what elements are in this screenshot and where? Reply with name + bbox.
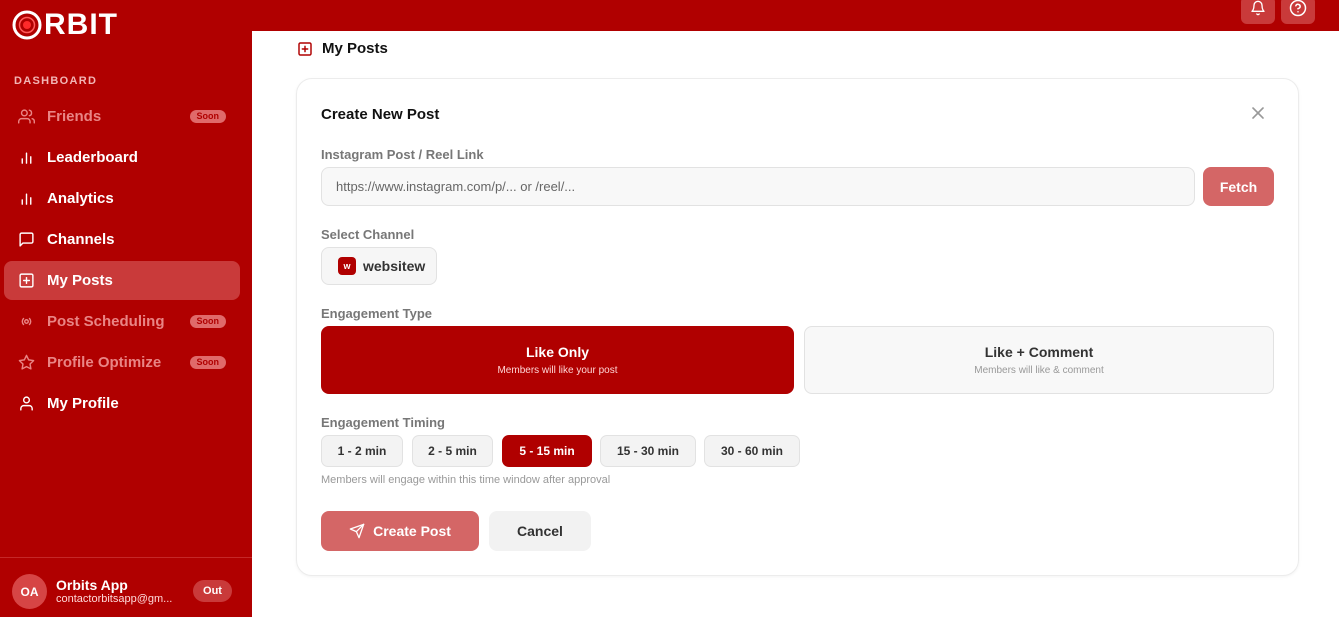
help-button[interactable]	[1281, 0, 1315, 24]
sidebar-item-post-scheduling[interactable]: Post Scheduling Soon	[4, 302, 240, 341]
soon-badge: Soon	[189, 356, 226, 369]
channel-badge: w	[338, 257, 356, 275]
engagement-option-like-comment[interactable]: Like + Comment Members will like & comme…	[804, 326, 1274, 394]
engagement-option-title: Like Only	[525, 344, 590, 360]
soon-badge: Soon	[189, 110, 226, 123]
sidebar-item-friends[interactable]: Friends Soon	[4, 97, 240, 136]
logout-button[interactable]: Out	[193, 580, 232, 602]
sidebar-item-label: Analytics	[47, 190, 114, 207]
users-icon	[18, 108, 35, 125]
app-logo[interactable]: RBIT	[12, 8, 118, 42]
card-title: Create New Post	[321, 106, 440, 123]
sidebar-item-channels[interactable]: Channels	[4, 220, 240, 259]
close-icon[interactable]	[1251, 106, 1265, 120]
timing-hint: Members will engage within this time win…	[321, 474, 611, 486]
sidebar-item-label: Leaderboard	[47, 149, 138, 166]
sidebar-item-leaderboard[interactable]: Leaderboard	[4, 138, 240, 177]
star-icon	[18, 354, 35, 371]
sidebar-item-label: My Profile	[47, 395, 119, 412]
timing-option-1-2-min[interactable]: 1 - 2 min	[321, 435, 403, 467]
bar-chart-icon	[18, 190, 35, 207]
user-name: Orbits App	[56, 577, 128, 593]
sidebar-item-label: My Posts	[47, 272, 113, 289]
engagement-option-like-only[interactable]: Like Only Members will like your post	[321, 326, 794, 394]
instagram-link-input[interactable]	[321, 167, 1195, 206]
notifications-button[interactable]	[1241, 0, 1275, 24]
sidebar: RBIT DASHBOARD Friends Soon Leaderboard …	[0, 0, 252, 617]
engagement-type-label: Engagement Type	[321, 306, 433, 321]
bar-chart-icon	[18, 149, 35, 166]
sidebar-item-my-profile[interactable]: My Profile	[4, 384, 240, 423]
engagement-timing-label: Engagement Timing	[321, 415, 445, 430]
section-label-dashboard: DASHBOARD	[14, 75, 98, 87]
create-post-label: Create Post	[373, 523, 451, 539]
avatar[interactable]: OA	[12, 574, 47, 609]
plus-square-icon	[297, 41, 313, 62]
link-field-label: Instagram Post / Reel Link	[321, 147, 484, 162]
timing-option-15-30-min[interactable]: 15 - 30 min	[600, 435, 696, 467]
timing-option-5-15-min[interactable]: 5 - 15 min	[502, 435, 592, 467]
engagement-option-subtitle: Members will like & comment	[974, 365, 1104, 376]
page-title: My Posts	[322, 40, 388, 57]
help-circle-icon	[1289, 0, 1307, 22]
channel-field-label: Select Channel	[321, 227, 415, 242]
engagement-option-subtitle: Members will like your post	[497, 365, 618, 376]
timing-option-2-5-min[interactable]: 2 - 5 min	[412, 435, 493, 467]
sidebar-item-analytics[interactable]: Analytics	[4, 179, 240, 218]
message-square-icon	[18, 231, 35, 248]
soon-badge: Soon	[189, 315, 226, 328]
user-icon	[18, 395, 35, 412]
sidebar-item-label: Post Scheduling	[47, 313, 165, 330]
sidebar-item-label: Friends	[47, 108, 102, 125]
bell-icon	[1250, 0, 1266, 21]
plus-square-icon	[18, 272, 35, 289]
channel-option-websitew[interactable]: w websitew	[321, 247, 437, 285]
sidebar-item-profile-optimize[interactable]: Profile Optimize Soon	[4, 343, 240, 382]
engagement-option-title: Like + Comment	[984, 344, 1094, 360]
radio-icon	[18, 313, 35, 330]
timing-option-30-60-min[interactable]: 30 - 60 min	[704, 435, 800, 467]
orbit-logo-icon	[12, 10, 42, 40]
sidebar-item-label: Profile Optimize	[47, 354, 162, 371]
channel-name: websitew	[363, 258, 426, 274]
fetch-button[interactable]: Fetch	[1203, 167, 1274, 206]
sidebar-item-my-posts[interactable]: My Posts	[4, 261, 240, 300]
cancel-button[interactable]: Cancel	[489, 511, 591, 551]
logo-text: RBIT	[44, 8, 118, 41]
send-icon	[349, 523, 365, 539]
sidebar-item-label: Channels	[47, 231, 115, 248]
create-post-button[interactable]: Create Post	[321, 511, 479, 551]
user-email: contactorbitsapp@gm...	[56, 593, 173, 605]
sidebar-divider	[0, 557, 252, 558]
